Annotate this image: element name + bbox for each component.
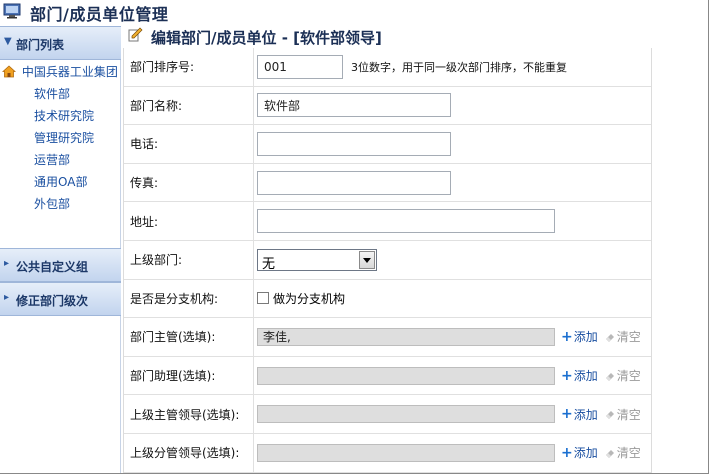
panel-fix-levels[interactable]: ▸ 修正部门级次 bbox=[0, 282, 121, 316]
add-sup-leader-button[interactable]: + 添加 bbox=[561, 406, 598, 423]
tree-item-outsourcing[interactable]: 外包部 bbox=[34, 195, 70, 212]
chevron-right-icon: ▸ bbox=[4, 258, 10, 269]
add-manager-button[interactable]: + 添加 bbox=[561, 328, 598, 345]
tree-item-mgmt-institute[interactable]: 管理研究院 bbox=[34, 129, 94, 146]
form-header: 编辑部门/成员单位 - [软件部领导] bbox=[123, 26, 709, 48]
tree-item-operations[interactable]: 运营部 bbox=[34, 151, 70, 168]
form-row-order: 部门排序号: 3位数字，用于同一级次部门排序，不能重复 bbox=[124, 48, 651, 87]
form-row-fax: 传真: bbox=[124, 163, 651, 203]
phone-input[interactable] bbox=[257, 131, 451, 156]
order-hint: 3位数字，用于同一级次部门排序，不能重复 bbox=[351, 60, 567, 74]
home-icon bbox=[2, 65, 16, 78]
add-label: 添加 bbox=[573, 407, 598, 422]
tree-root-label: 中国兵器工业集团 bbox=[21, 65, 118, 79]
fax-input[interactable] bbox=[257, 170, 451, 195]
field-label: 上级部门: bbox=[124, 240, 254, 279]
assistant-picker[interactable] bbox=[257, 366, 555, 385]
field-label: 部门名称: bbox=[124, 86, 254, 125]
add-label: 添加 bbox=[573, 330, 598, 345]
clear-label: 清空 bbox=[616, 446, 641, 461]
eraser-icon bbox=[605, 333, 614, 342]
eraser-icon bbox=[605, 372, 614, 381]
form-row-assistant: 部门助理(选填): + 添加 清空 bbox=[124, 356, 651, 396]
eraser-icon bbox=[605, 411, 614, 420]
plus-icon: + bbox=[561, 328, 573, 345]
chevron-right-icon: ▸ bbox=[4, 292, 10, 303]
field-label: 电话: bbox=[124, 125, 254, 163]
name-input[interactable] bbox=[257, 93, 451, 118]
panel-label: 部门列表 bbox=[16, 38, 65, 52]
clear-div-leader-button[interactable]: 清空 bbox=[604, 444, 641, 461]
add-div-leader-button[interactable]: + 添加 bbox=[561, 444, 598, 461]
department-form: 部门排序号: 3位数字，用于同一级次部门排序，不能重复 部门名称: 电话: 传真… bbox=[123, 48, 652, 473]
clear-sup-leader-button[interactable]: 清空 bbox=[604, 406, 641, 423]
branch-checkbox[interactable] bbox=[257, 292, 269, 305]
tree-item-tech-institute[interactable]: 技术研究院 bbox=[34, 107, 94, 124]
form-row-parent: 上级部门: 无 bbox=[124, 240, 651, 280]
tree-item-general-oa[interactable]: 通用OA部 bbox=[34, 173, 87, 190]
panel-public-groups[interactable]: ▸ 公共自定义组 bbox=[0, 248, 121, 282]
tree-item-software[interactable]: 软件部 bbox=[34, 85, 70, 102]
add-label: 添加 bbox=[573, 446, 598, 461]
eraser-icon bbox=[605, 449, 614, 458]
manager-picker[interactable]: 李佳, bbox=[257, 327, 555, 346]
clear-label: 清空 bbox=[616, 369, 641, 384]
window-title: 部门/成员单位管理 bbox=[30, 5, 169, 24]
clear-label: 清空 bbox=[616, 330, 641, 345]
form-row-name: 部门名称: bbox=[124, 86, 651, 126]
panel-label: 公共自定义组 bbox=[16, 260, 89, 274]
clear-manager-button[interactable]: 清空 bbox=[604, 328, 641, 345]
form-row-phone: 电话: bbox=[124, 125, 651, 164]
panel-label: 修正部门级次 bbox=[16, 294, 89, 308]
sidebar: ▼ 部门列表 中国兵器工业集团 软件部 技术研究院 管理研究院 运营部 通用OA… bbox=[0, 26, 121, 474]
plus-icon: + bbox=[561, 367, 573, 384]
address-input[interactable] bbox=[257, 209, 555, 234]
sup-leader-picker[interactable] bbox=[257, 405, 555, 424]
panel-department-list[interactable]: ▼ 部门列表 bbox=[0, 26, 121, 60]
field-label: 是否是分支机构: bbox=[124, 279, 254, 318]
order-input[interactable] bbox=[257, 54, 343, 79]
add-label: 添加 bbox=[573, 369, 598, 384]
title-bar: 部门/成员单位管理 bbox=[0, 0, 709, 26]
form-row-sup-leader: 上级主管领导(选填): + 添加 清空 bbox=[124, 395, 651, 434]
form-title: 编辑部门/成员单位 - [软件部领导] bbox=[151, 29, 382, 47]
chevron-down-icon: ▼ bbox=[4, 36, 12, 47]
clear-label: 清空 bbox=[616, 407, 641, 422]
plus-icon: + bbox=[561, 444, 573, 461]
pen-icon bbox=[128, 27, 143, 42]
field-label: 地址: bbox=[124, 202, 254, 240]
field-label: 部门助理(选填): bbox=[124, 356, 254, 395]
form-row-manager: 部门主管(选填): 李佳, + 添加 清空 bbox=[124, 318, 651, 357]
tree-root-item[interactable]: 中国兵器工业集团 bbox=[2, 63, 118, 79]
monitor-icon bbox=[3, 3, 21, 19]
add-assistant-button[interactable]: + 添加 bbox=[561, 367, 598, 384]
clear-assistant-button[interactable]: 清空 bbox=[604, 367, 641, 384]
field-label: 传真: bbox=[124, 163, 254, 202]
div-leader-picker[interactable] bbox=[257, 443, 555, 462]
branch-checkbox-label[interactable]: 做为分支机构 bbox=[273, 290, 345, 307]
select-value: 无 bbox=[262, 256, 276, 272]
plus-icon: + bbox=[561, 406, 573, 423]
field-label: 上级分管领导(选填): bbox=[124, 433, 254, 472]
parent-department-select[interactable]: 无 bbox=[257, 248, 377, 272]
form-row-address: 地址: bbox=[124, 202, 651, 241]
field-label: 部门主管(选填): bbox=[124, 318, 254, 356]
form-row-div-leader: 上级分管领导(选填): + 添加 清空 bbox=[124, 433, 651, 473]
field-label: 部门排序号: bbox=[124, 48, 254, 86]
form-row-branch: 是否是分支机构: 做为分支机构 bbox=[124, 279, 651, 319]
field-label: 上级主管领导(选填): bbox=[124, 395, 254, 433]
chevron-down-icon[interactable] bbox=[359, 250, 375, 269]
